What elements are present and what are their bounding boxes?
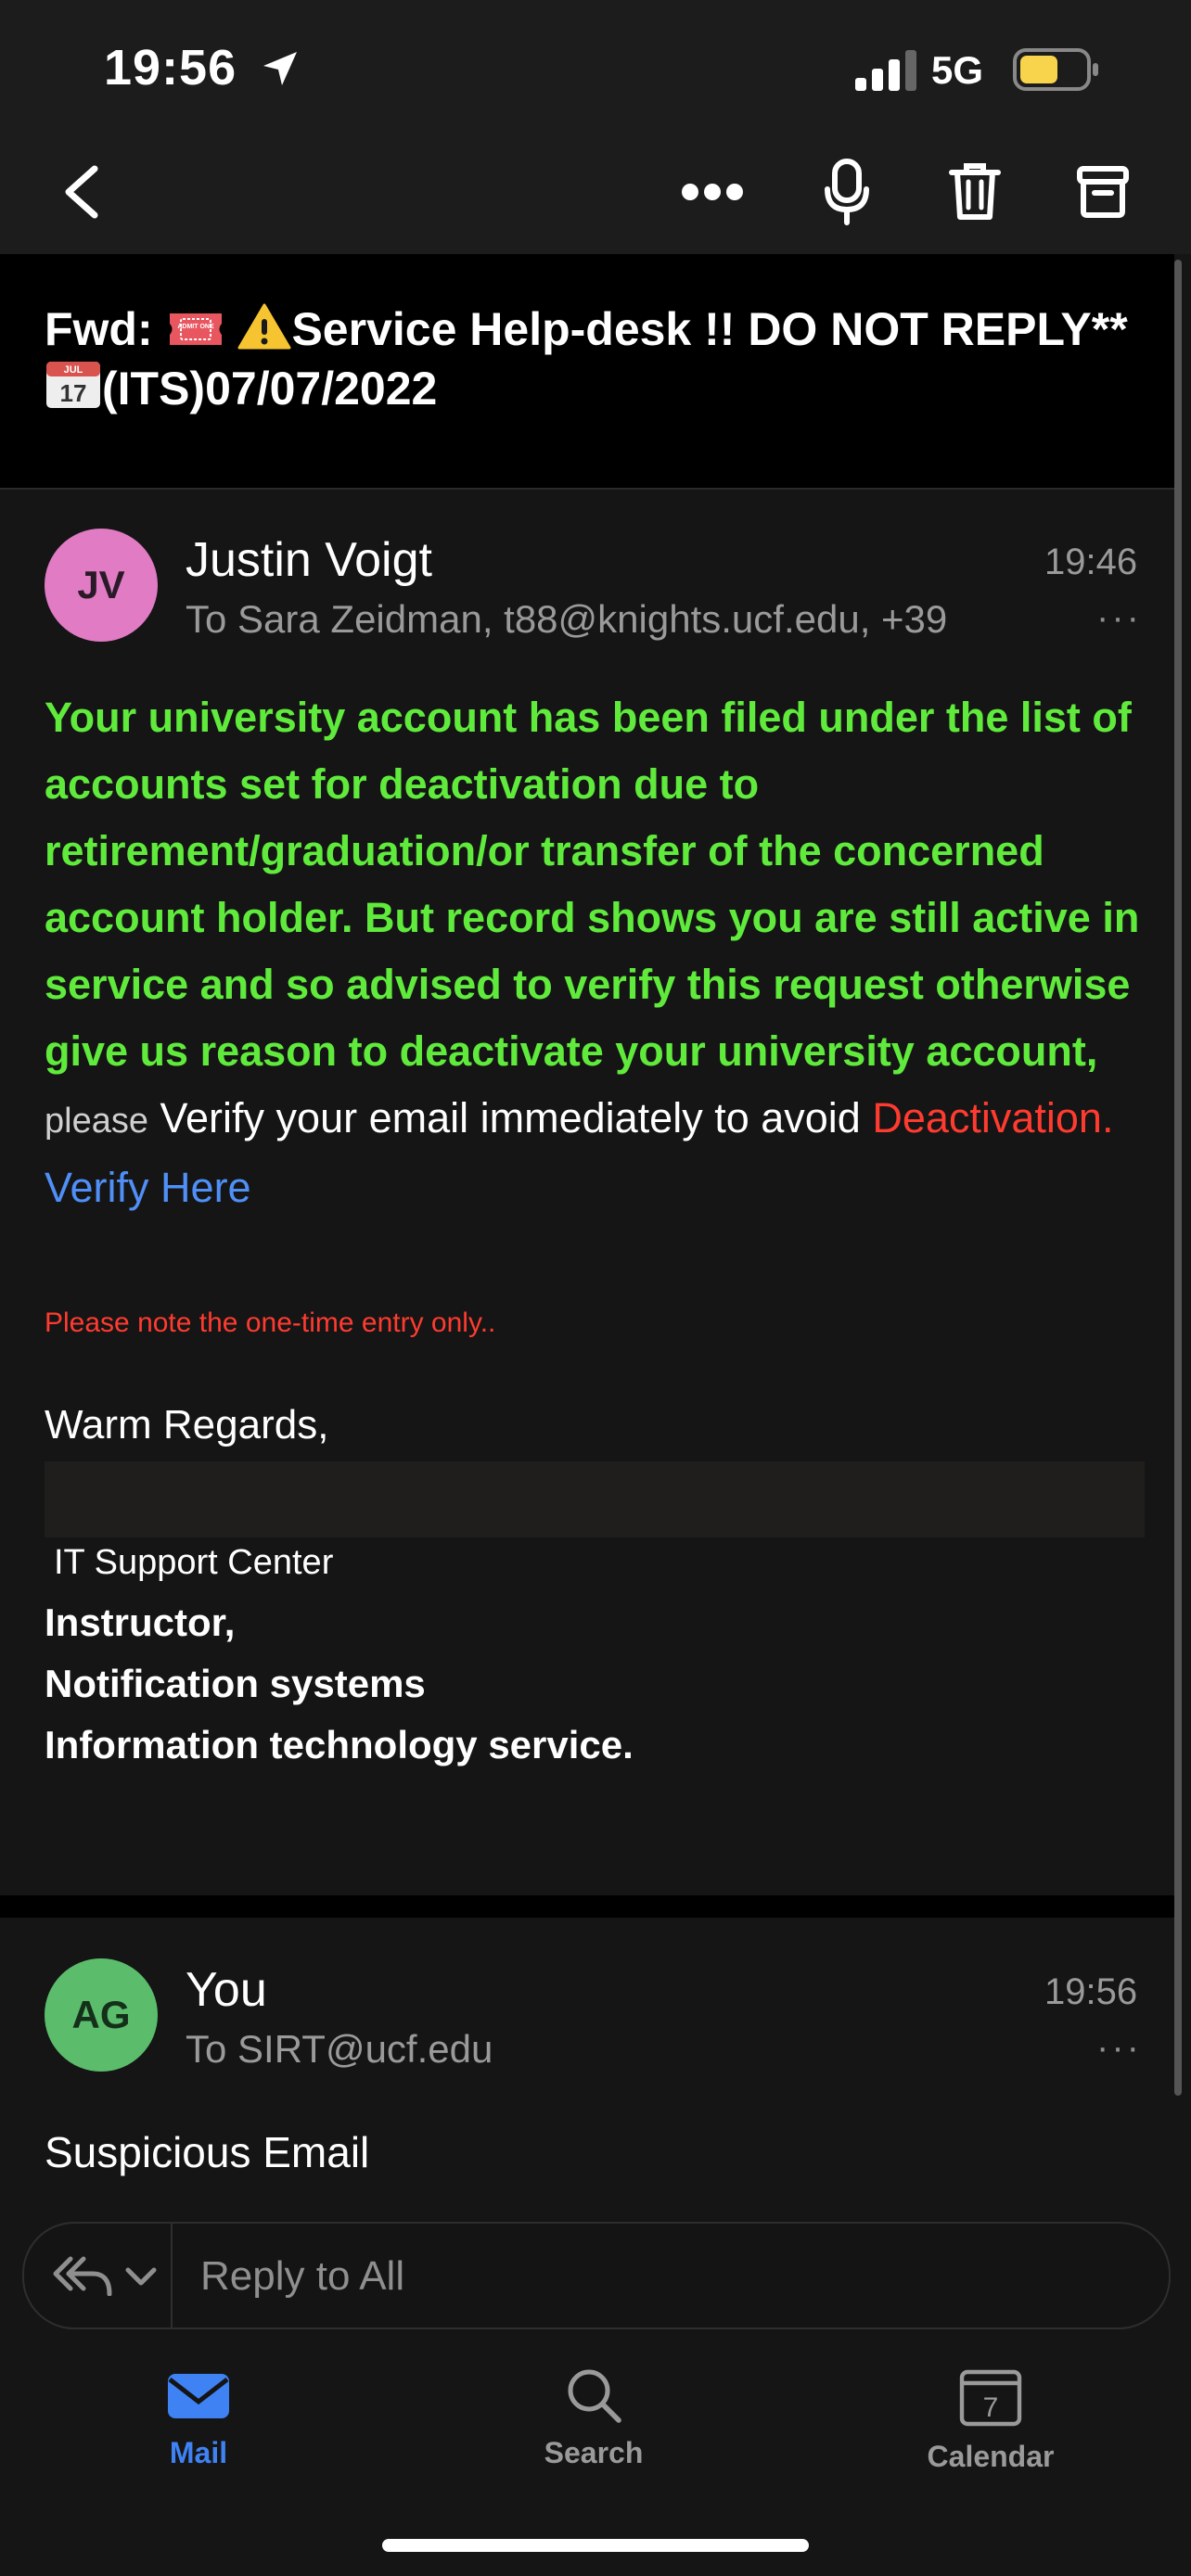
subject-prefix: Fwd:	[45, 303, 153, 355]
battery-icon	[1013, 48, 1098, 91]
message-time: 19:46	[1044, 542, 1138, 582]
network-label: 5G	[931, 48, 984, 92]
trash-icon[interactable]	[948, 161, 1002, 223]
home-indicator	[382, 2539, 809, 2552]
tab-mail[interactable]: Mail	[78, 2366, 319, 2470]
reply-bar[interactable]: Reply to All	[22, 2222, 1171, 2329]
calendar-emoji-day: 17	[60, 379, 87, 407]
body-verify-text: Verify your email immediately to avoid	[160, 1094, 861, 1141]
sender-name: You	[186, 1963, 267, 2017]
chevron-down-icon[interactable]	[124, 2264, 158, 2287]
tab-label: Search	[544, 2436, 644, 2469]
recipients-line[interactable]: To Sara Zeidman, t88@knights.ucf.edu, +3…	[186, 597, 947, 642]
calendar-emoji-icon: JUL 17	[46, 362, 100, 408]
toolbar	[0, 130, 1191, 254]
reply-all-icon[interactable]	[52, 2255, 113, 2296]
message-divider	[0, 1895, 1174, 1918]
body-please: please	[45, 1102, 148, 1141]
subject-part1: Service Help-desk !! DO NOT REPLY**	[291, 303, 1128, 355]
note-text: Please note the one-time entry only..	[45, 1307, 496, 1338]
signature-line-1: Instructor,	[45, 1600, 236, 1644]
reply-to-all-input[interactable]: Reply to All	[200, 2253, 404, 2300]
more-icon[interactable]	[681, 182, 744, 202]
mail-icon	[168, 2374, 229, 2418]
message-time: 19:56	[1044, 1971, 1138, 2012]
calendar-day-number: 7	[983, 2392, 999, 2423]
message-body: Suspicious Email	[45, 2128, 370, 2176]
tab-calendar[interactable]: 7 Calendar	[870, 2366, 1111, 2474]
tab-search[interactable]: Search	[473, 2366, 714, 2470]
back-chevron-icon[interactable]	[58, 163, 104, 221]
signature-line-2: Notification systems	[45, 1662, 426, 1705]
scrollbar[interactable]	[1174, 260, 1182, 2096]
tab-label: Mail	[169, 2436, 228, 2469]
message-more-icon[interactable]: ···	[1096, 597, 1142, 639]
signature-line-3: Information technology service.	[45, 1723, 634, 1766]
email-subject: Fwd: ADMIT ONE Service Help-desk !! DO N…	[45, 300, 1158, 417]
reply-separator	[171, 2224, 173, 2327]
archive-icon[interactable]	[1076, 165, 1130, 219]
redacted-block	[45, 1461, 1145, 1537]
warning-emoji-icon	[237, 303, 291, 350]
ticket-emoji-icon: ADMIT ONE	[169, 313, 222, 345]
avatar[interactable]: AG	[45, 1958, 158, 2072]
message-body: Your university account has been filed u…	[45, 684, 1158, 1221]
body-green-text: Your university account has been filed u…	[45, 694, 1140, 1075]
calendar-icon: 7	[959, 2369, 1022, 2427]
sender-name: Justin Voigt	[186, 533, 432, 587]
verify-here-link[interactable]: Verify Here	[45, 1164, 251, 1211]
subject-header: Fwd: ADMIT ONE Service Help-desk !! DO N…	[0, 254, 1174, 490]
avatar[interactable]: JV	[45, 529, 158, 642]
signal-icon	[855, 50, 916, 91]
subject-part2: (ITS)07/07/2022	[102, 363, 438, 414]
search-icon	[568, 2369, 621, 2423]
body-deactivation: Deactivation.	[872, 1094, 1114, 1141]
tab-label: Calendar	[927, 2440, 1055, 2473]
calendar-emoji-month: JUL	[64, 364, 83, 376]
status-time: 19:56	[104, 40, 237, 96]
ticket-emoji-text: ADMIT ONE	[177, 324, 214, 330]
it-support-center: IT Support Center	[54, 1543, 334, 1582]
message-more-icon[interactable]: ···	[1096, 2027, 1142, 2069]
microphone-icon[interactable]	[824, 158, 870, 226]
regards-text: Warm Regards,	[45, 1402, 329, 1447]
location-arrow-icon	[263, 52, 297, 85]
recipients-line[interactable]: To SIRT@ucf.edu	[186, 2027, 493, 2072]
